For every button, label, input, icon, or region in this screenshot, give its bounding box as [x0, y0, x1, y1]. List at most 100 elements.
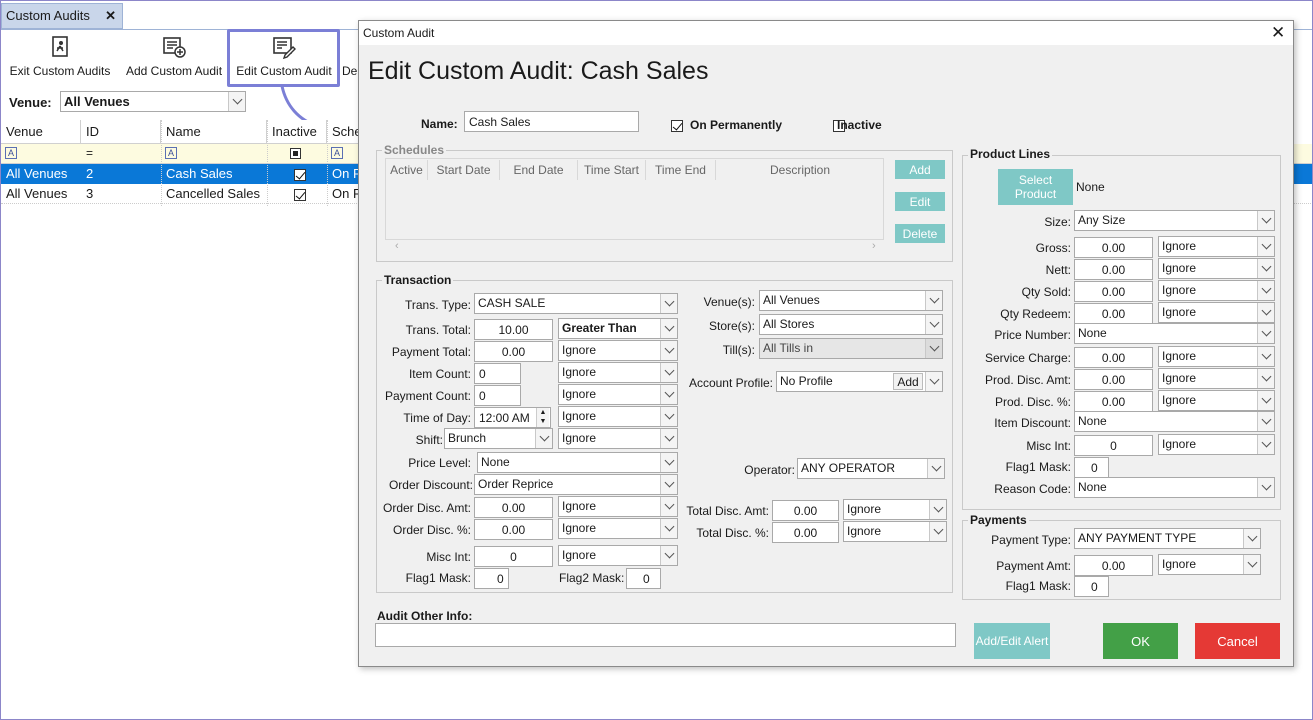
time-spinner-icon[interactable]: ▲ ▼: [536, 408, 549, 427]
price-level-select[interactable]: None: [477, 452, 678, 473]
chevron-down-icon[interactable]: [660, 497, 677, 516]
account-add-button[interactable]: Add: [893, 373, 923, 390]
chevron-down-icon[interactable]: [1257, 303, 1274, 322]
service-charge-op-select[interactable]: Ignore: [1158, 346, 1275, 367]
chevron-down-icon[interactable]: [929, 500, 946, 519]
misc-int-op-select[interactable]: Ignore: [558, 545, 678, 566]
misc-int-input[interactable]: 0: [474, 546, 553, 567]
total-disc-pct-input[interactable]: 0.00: [772, 522, 839, 543]
chevron-down-icon[interactable]: [660, 429, 677, 448]
chevron-down-icon[interactable]: [925, 315, 942, 334]
cancel-button[interactable]: Cancel: [1195, 623, 1280, 659]
scroll-left-icon[interactable]: ‹: [395, 240, 399, 252]
payment-total-op-select[interactable]: Ignore: [558, 340, 678, 361]
chevron-down-icon[interactable]: [535, 429, 552, 448]
pay-flag1-input[interactable]: 0: [1074, 576, 1109, 597]
stores-select[interactable]: All Stores: [759, 314, 943, 335]
chevron-down-icon[interactable]: [660, 341, 677, 360]
chevron-down-icon[interactable]: [1257, 391, 1274, 410]
order-disc-amt-input[interactable]: 0.00: [474, 497, 553, 518]
chevron-down-icon[interactable]: [1257, 478, 1274, 497]
pl-misc-int-op-select[interactable]: Ignore: [1158, 434, 1275, 455]
gross-op-select[interactable]: Ignore: [1158, 236, 1275, 257]
filter-text-icon[interactable]: A: [5, 147, 17, 159]
order-disc-pct-input[interactable]: 0.00: [474, 519, 553, 540]
chevron-down-icon[interactable]: [660, 475, 677, 494]
venues-select[interactable]: All Venues: [759, 290, 943, 311]
chevron-down-icon[interactable]: [1257, 347, 1274, 366]
filter-id[interactable]: =: [86, 146, 93, 160]
qty-redeem-op-select[interactable]: Ignore: [1158, 302, 1275, 323]
name-input[interactable]: Cash Sales: [464, 111, 639, 132]
filter-sched-icon[interactable]: A: [331, 147, 343, 159]
service-charge-input[interactable]: 0.00: [1074, 347, 1153, 368]
pl-flag1-input[interactable]: 0: [1074, 457, 1109, 478]
exit-custom-audits-button[interactable]: Exit Custom Audits: [6, 34, 114, 86]
gross-input[interactable]: 0.00: [1074, 237, 1153, 258]
col-name[interactable]: Name: [161, 120, 267, 144]
payment-amt-input[interactable]: 0.00: [1074, 555, 1153, 576]
order-disc-pct-op-select[interactable]: Ignore: [558, 518, 678, 539]
pl-misc-int-input[interactable]: 0: [1074, 435, 1153, 456]
chevron-down-icon[interactable]: [929, 522, 946, 541]
schedules-scrollbar[interactable]: ‹ ›: [385, 239, 884, 255]
scroll-right-icon[interactable]: ›: [872, 240, 876, 252]
payment-count-op-select[interactable]: Ignore: [558, 384, 678, 405]
filter-name-icon[interactable]: A: [165, 147, 177, 159]
shift-op-select[interactable]: Ignore: [558, 428, 678, 449]
qty-redeem-input[interactable]: 0.00: [1074, 303, 1153, 324]
time-of-day-op-select[interactable]: Ignore: [558, 406, 678, 427]
chevron-down-icon[interactable]: [1257, 211, 1274, 230]
flag1-input[interactable]: 0: [474, 568, 509, 589]
chevron-down-icon[interactable]: [1243, 529, 1260, 548]
trans-total-input[interactable]: 10.00: [474, 319, 553, 340]
total-disc-amt-input[interactable]: 0.00: [772, 500, 839, 521]
audit-other-info-input[interactable]: [375, 623, 956, 647]
operator-select[interactable]: ANY OPERATOR: [797, 458, 945, 479]
chevron-down-icon[interactable]: [660, 519, 677, 538]
chevron-down-icon[interactable]: [660, 294, 677, 313]
chevron-down-icon[interactable]: [660, 319, 677, 338]
chevron-down-icon[interactable]: [660, 453, 677, 472]
tills-select[interactable]: All Tills in: [759, 338, 943, 359]
chevron-down-icon[interactable]: [1257, 324, 1274, 343]
nett-op-select[interactable]: Ignore: [1158, 258, 1275, 279]
on-permanently-checkbox[interactable]: [671, 119, 683, 132]
chevron-down-icon[interactable]: [660, 407, 677, 426]
chevron-down-icon[interactable]: [1243, 555, 1260, 574]
payment-total-input[interactable]: 0.00: [474, 341, 553, 362]
chevron-down-icon[interactable]: [925, 372, 942, 391]
col-id[interactable]: ID: [81, 120, 161, 144]
order-discount-select[interactable]: Order Reprice: [474, 474, 678, 495]
prod-disc-amt-input[interactable]: 0.00: [1074, 369, 1153, 390]
reason-code-select[interactable]: None: [1074, 477, 1275, 498]
qty-sold-input[interactable]: 0.00: [1074, 281, 1153, 302]
nett-input[interactable]: 0.00: [1074, 259, 1153, 280]
item-discount-select[interactable]: None: [1074, 411, 1275, 432]
schedule-delete-button[interactable]: Delete: [895, 224, 945, 243]
prod-disc-pct-input[interactable]: 0.00: [1074, 391, 1153, 412]
chevron-down-icon[interactable]: [925, 291, 942, 310]
tab-custom-audits[interactable]: Custom Audits ✕: [1, 3, 123, 29]
schedule-add-button[interactable]: Add: [895, 160, 945, 179]
inactive-checkbox[interactable]: [289, 164, 309, 184]
chevron-down-icon[interactable]: [927, 459, 944, 478]
payment-type-select[interactable]: ANY PAYMENT TYPE: [1074, 528, 1261, 549]
col-venue[interactable]: Venue: [1, 120, 81, 144]
select-product-button[interactable]: Select Product: [998, 169, 1073, 205]
close-tab-icon[interactable]: ✕: [105, 8, 116, 24]
chevron-down-icon[interactable]: [1257, 412, 1274, 431]
chevron-down-icon[interactable]: [1257, 259, 1274, 278]
payment-amt-op-select[interactable]: Ignore: [1158, 554, 1261, 575]
item-count-input[interactable]: 0: [474, 363, 521, 384]
chevron-down-icon[interactable]: [1257, 237, 1274, 256]
size-select[interactable]: Any Size: [1074, 210, 1275, 231]
col-inactive[interactable]: Inactive: [267, 120, 327, 144]
prod-disc-pct-op-select[interactable]: Ignore: [1158, 390, 1275, 411]
chevron-down-icon[interactable]: [228, 92, 245, 111]
chevron-down-icon[interactable]: [1257, 281, 1274, 300]
venue-select[interactable]: All Venues: [60, 91, 246, 112]
schedule-edit-button[interactable]: Edit: [895, 192, 945, 211]
add-edit-alert-button[interactable]: Add/Edit Alert: [974, 623, 1050, 659]
chevron-down-icon[interactable]: [1257, 369, 1274, 388]
